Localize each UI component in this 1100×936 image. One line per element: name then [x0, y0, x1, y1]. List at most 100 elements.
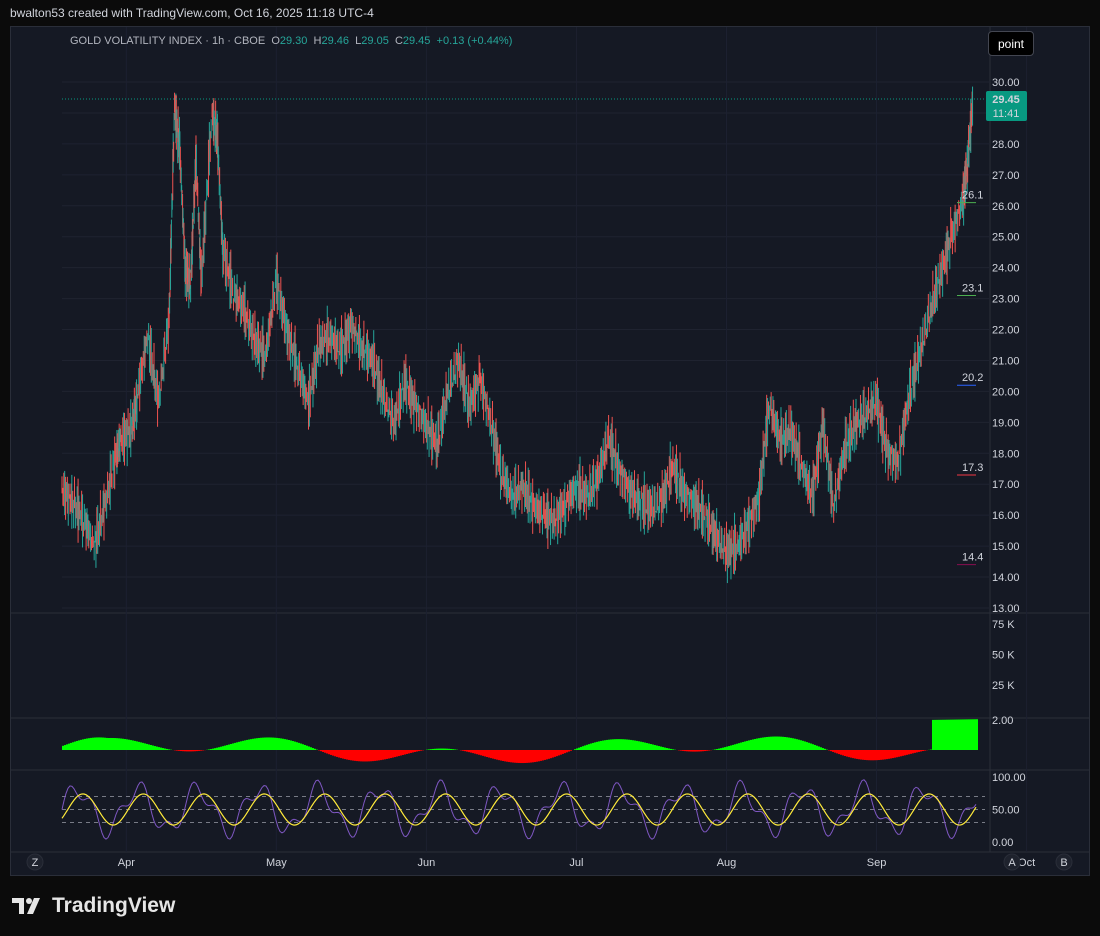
histogram-bar: [506, 750, 508, 762]
histogram-bar: [694, 750, 696, 752]
histogram-bar: [598, 741, 600, 750]
histogram-bar: [554, 750, 556, 757]
high-value: 29.46: [321, 35, 350, 47]
histogram-bar: [818, 746, 820, 750]
histogram-bar: [98, 737, 100, 750]
histogram-bar: [644, 742, 646, 750]
histogram-bar: [590, 743, 592, 750]
histogram-bar: [266, 737, 268, 750]
histogram-bar: [932, 719, 934, 750]
histogram-bar: [132, 740, 134, 750]
histogram-bar: [568, 750, 570, 752]
histogram-bar: [832, 750, 834, 752]
histogram-bar: [532, 750, 534, 763]
histogram-bar: [716, 749, 718, 750]
histogram-bar: [94, 737, 96, 750]
histogram-bar: [534, 750, 536, 763]
price-tick-label: 28.00: [992, 139, 1020, 151]
symbol-info: GOLD VOLATILITY INDEX · 1h · CBOE O29.30…: [70, 35, 512, 47]
histogram-tick-label: 2.00: [992, 715, 1013, 727]
histogram-bar: [938, 719, 940, 750]
histogram-bar: [548, 750, 550, 759]
histogram-bar: [356, 750, 358, 762]
histogram-bar: [728, 746, 730, 750]
histogram-bar: [756, 738, 758, 750]
histogram-bar: [328, 750, 330, 755]
histogram-bar: [888, 750, 890, 759]
histogram-bar: [306, 745, 308, 750]
histogram-bar: [464, 750, 466, 752]
histogram-bar: [492, 750, 494, 759]
histogram-bar: [104, 737, 106, 750]
histogram-bar: [956, 719, 958, 750]
level-label: 14.4: [962, 552, 983, 564]
histogram-bar: [436, 748, 438, 750]
histogram-bar: [270, 737, 272, 750]
level-label: 20.2: [962, 372, 983, 384]
histogram-bar: [768, 736, 770, 750]
histogram-bar: [904, 750, 906, 756]
histogram-bar: [556, 750, 558, 757]
histogram-bar: [452, 749, 454, 750]
histogram-bar: [922, 750, 924, 752]
histogram-bar: [730, 745, 732, 750]
price-tick-label: 20.00: [992, 386, 1020, 398]
histogram-bar: [286, 739, 288, 750]
histogram-bar: [884, 750, 886, 760]
histogram-bar: [278, 738, 280, 750]
histogram-bar: [468, 750, 470, 753]
axis-button-label[interactable]: A: [1008, 857, 1016, 869]
histogram-bar: [846, 750, 848, 757]
histogram-bar: [962, 719, 964, 750]
histogram-bar: [912, 750, 914, 754]
histogram-bar: [668, 748, 670, 750]
histogram-bar: [414, 750, 416, 752]
histogram-bar: [408, 750, 410, 754]
histogram-bar: [762, 737, 764, 750]
histogram-bar: [320, 750, 322, 752]
chart-canvas[interactable]: 30.0029.0028.0027.0026.0025.0024.0023.00…: [0, 0, 1100, 880]
histogram-bar: [858, 750, 860, 760]
histogram-bar: [602, 740, 604, 750]
histogram-bar: [802, 740, 804, 750]
axis-button-label[interactable]: B: [1060, 857, 1067, 869]
histogram-bar: [656, 745, 658, 750]
histogram-bar: [724, 747, 726, 750]
histogram-bar: [748, 740, 750, 750]
histogram-bar: [784, 737, 786, 750]
histogram-bar: [874, 750, 876, 761]
histogram-bar: [964, 719, 966, 750]
histogram-bar: [178, 750, 180, 751]
last-price-label: 29.45: [992, 94, 1020, 106]
histogram-bar: [830, 750, 832, 752]
level-label: 17.3: [962, 462, 983, 474]
high-label: H: [313, 35, 322, 47]
histogram-bar: [580, 746, 582, 750]
histogram-bar: [800, 740, 802, 750]
volume-tick-label: 75 K: [992, 619, 1015, 631]
histogram-bar: [64, 745, 66, 750]
histogram-bar: [368, 750, 370, 762]
histogram-bar: [738, 743, 740, 750]
histogram-bar: [528, 750, 530, 763]
point-button[interactable]: point: [988, 31, 1034, 56]
histogram-bar: [822, 748, 824, 750]
histogram-bar: [808, 742, 810, 750]
histogram-bar: [146, 743, 148, 750]
histogram-bar: [642, 742, 644, 750]
histogram-bar: [902, 750, 904, 756]
histogram-bar: [942, 719, 944, 750]
histogram-bar: [296, 742, 298, 750]
histogram-bar: [200, 750, 202, 751]
histogram-bar: [906, 750, 908, 755]
histogram-bar: [110, 737, 112, 750]
price-tick-label: 30.00: [992, 77, 1020, 89]
axis-button-label[interactable]: Z: [32, 857, 39, 869]
histogram-bar: [600, 740, 602, 750]
histogram-bar: [68, 743, 70, 750]
histogram-bar: [272, 737, 274, 750]
histogram-bar: [388, 750, 390, 759]
histogram-bar: [214, 748, 216, 750]
histogram-bar: [82, 739, 84, 750]
histogram-bar: [750, 739, 752, 750]
